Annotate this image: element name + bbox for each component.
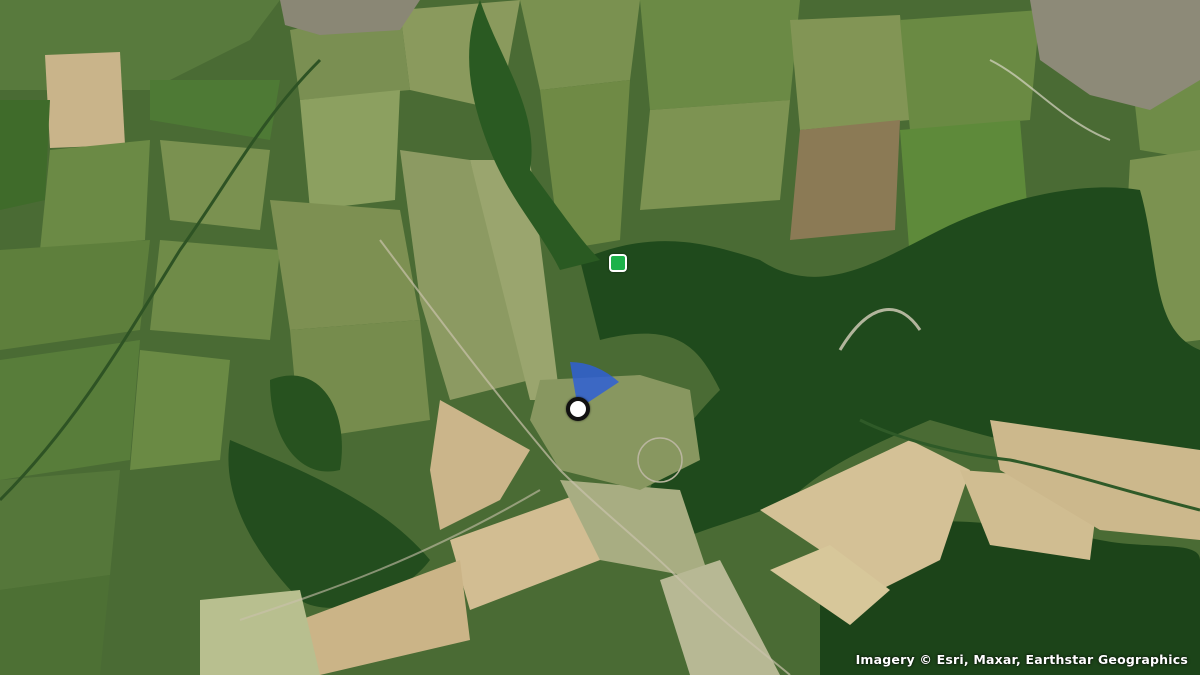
map-attribution: Imagery © Esri, Maxar, Earthstar Geograp… xyxy=(855,652,1188,667)
satellite-map[interactable]: Imagery © Esri, Maxar, Earthstar Geograp… xyxy=(0,0,1200,675)
current-location-dot[interactable] xyxy=(566,397,590,421)
satellite-imagery xyxy=(0,0,1200,675)
poi-marker[interactable] xyxy=(609,254,627,272)
